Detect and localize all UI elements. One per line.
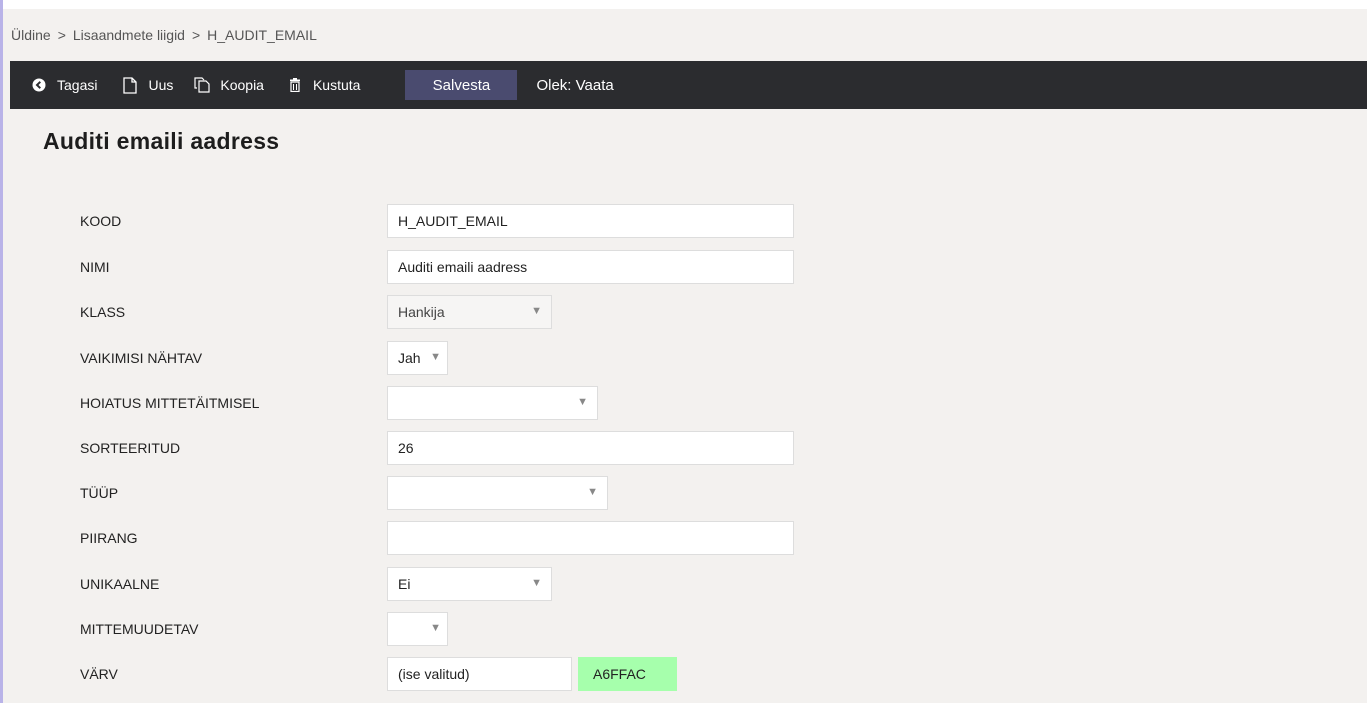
varv-label: VÄRV bbox=[80, 666, 118, 682]
left-accent-bar bbox=[0, 0, 3, 703]
piirang-label: PIIRANG bbox=[80, 530, 138, 546]
caret-down-icon: ▼ bbox=[587, 486, 598, 498]
klass-value: Hankija bbox=[398, 304, 445, 320]
nimi-input[interactable]: Auditi emaili aadress bbox=[387, 250, 794, 284]
hoiatus-select[interactable]: ▼ bbox=[387, 386, 598, 420]
caret-down-icon: ▼ bbox=[531, 577, 542, 589]
copy-icon bbox=[194, 77, 210, 93]
caret-down-icon: ▼ bbox=[430, 351, 441, 363]
varv-input[interactable]: (ise valitud) bbox=[387, 657, 572, 691]
copy-button[interactable]: Koopia bbox=[194, 61, 264, 109]
caret-down-icon: ▼ bbox=[531, 305, 542, 317]
sorteeritud-input[interactable]: 26 bbox=[387, 431, 794, 465]
form-row-klass: KLASS Hankija ▼ bbox=[80, 295, 552, 329]
delete-label: Kustuta bbox=[312, 77, 361, 93]
unikaalne-label: UNIKAALNE bbox=[80, 576, 160, 592]
color-swatch[interactable]: A6FFAC bbox=[578, 657, 677, 691]
form-row-vaikimisi: VAIKIMISI NÄHTAV Jah ▼ bbox=[80, 341, 448, 375]
form-row-hoiatus: HOIATUS MITTETÄITMISEL ▼ bbox=[80, 386, 598, 420]
breadcrumb-item-current[interactable]: H_AUDIT_EMAIL bbox=[207, 27, 317, 43]
back-button[interactable]: Tagasi bbox=[31, 61, 97, 109]
new-button[interactable]: Uus bbox=[122, 61, 173, 109]
form-row-varv: VÄRV (ise valitud) A6FFAC bbox=[80, 657, 677, 691]
caret-down-icon: ▼ bbox=[430, 622, 441, 634]
copy-label: Koopia bbox=[220, 77, 264, 93]
mittemuudetav-select[interactable]: ▼ bbox=[387, 612, 448, 646]
form-row-kood: KOOD H_AUDIT_EMAIL bbox=[80, 204, 794, 238]
klass-label: KLASS bbox=[80, 304, 126, 320]
unikaalne-select[interactable]: Ei ▼ bbox=[387, 567, 552, 601]
status-text: Olek: Vaata bbox=[536, 76, 614, 94]
vaikimisi-value: Jah bbox=[398, 350, 421, 366]
form-row-nimi: NIMI Auditi emaili aadress bbox=[80, 250, 794, 284]
form-row-piirang: PIIRANG bbox=[80, 521, 794, 555]
breadcrumb-separator: > bbox=[57, 27, 66, 43]
new-label: Uus bbox=[148, 77, 174, 93]
breadcrumb-separator: > bbox=[191, 27, 201, 43]
form-row-unikaalne: UNIKAALNE Ei ▼ bbox=[80, 567, 552, 601]
nimi-label: NIMI bbox=[80, 259, 110, 275]
vaikimisi-select[interactable]: Jah ▼ bbox=[387, 341, 448, 375]
form-row-sorteeritud: SORTEERITUD 26 bbox=[80, 431, 794, 465]
form-row-tyyp: TÜÜP ▼ bbox=[80, 476, 608, 510]
klass-select[interactable]: Hankija ▼ bbox=[387, 295, 552, 329]
delete-button[interactable]: Kustuta bbox=[287, 61, 360, 109]
page-title: Auditi emaili aadress bbox=[43, 128, 280, 154]
toolbar: Tagasi Uus Koopia Kustuta Salvesta Olek:… bbox=[10, 61, 1367, 109]
back-label: Tagasi bbox=[57, 77, 98, 93]
hoiatus-label: HOIATUS MITTETÄITMISEL bbox=[80, 395, 260, 411]
caret-down-icon: ▼ bbox=[577, 396, 588, 408]
kood-label: KOOD bbox=[80, 213, 122, 229]
breadcrumb: Üldine > Lisaandmete liigid > H_AUDIT_EM… bbox=[11, 9, 1367, 61]
form-row-mittemuudetav: MITTEMUUDETAV ▼ bbox=[80, 612, 448, 646]
breadcrumb-item-lisaandmete-liigid[interactable]: Lisaandmete liigid bbox=[73, 27, 185, 43]
trash-icon bbox=[287, 77, 303, 93]
save-button[interactable]: Salvesta bbox=[405, 70, 518, 100]
kood-input[interactable]: H_AUDIT_EMAIL bbox=[387, 204, 794, 238]
piirang-input[interactable] bbox=[387, 521, 794, 555]
top-strip bbox=[0, 0, 1367, 9]
breadcrumb-item-uldine[interactable]: Üldine bbox=[11, 27, 51, 43]
sorteeritud-label: SORTEERITUD bbox=[80, 440, 181, 456]
back-circle-icon bbox=[31, 77, 47, 93]
tyyp-label: TÜÜP bbox=[80, 485, 119, 501]
unikaalne-value: Ei bbox=[398, 576, 411, 592]
tyyp-select[interactable]: ▼ bbox=[387, 476, 608, 510]
mittemuudetav-label: MITTEMUUDETAV bbox=[80, 621, 199, 637]
vaikimisi-label: VAIKIMISI NÄHTAV bbox=[80, 350, 203, 366]
new-document-icon bbox=[122, 76, 138, 94]
